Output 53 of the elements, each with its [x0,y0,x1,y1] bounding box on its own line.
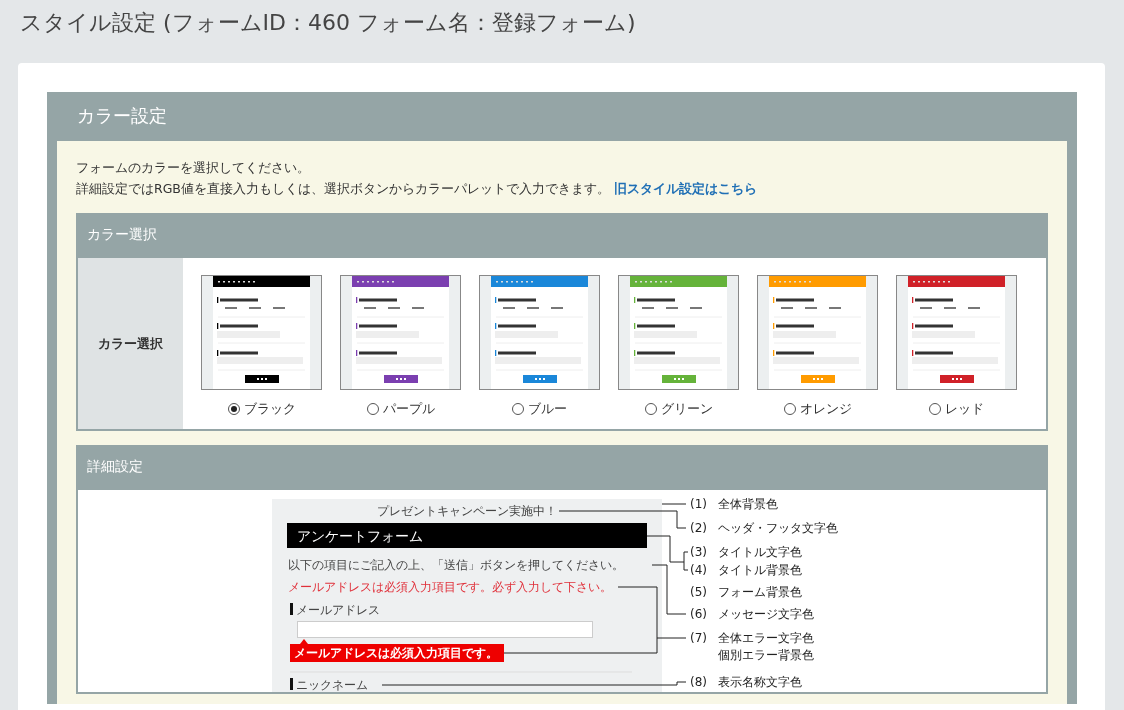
field-label: メールアドレス [296,603,380,617]
form-thumbnail[interactable] [757,275,878,390]
option-label[interactable]: ブラック [243,398,296,419]
legend-number: (4) [690,563,707,577]
error-text: メールアドレスは必須入力項目です。必ず入力して下さい。 [288,580,612,594]
option-label[interactable]: オレンジ [799,398,852,419]
option-label[interactable]: ブルー [528,398,567,419]
message-text: 以下の項目にご記入の上、「送信」ボタンを押してください。 [288,558,624,572]
option-label[interactable]: レッド [945,398,984,419]
legend-number: (7) [690,631,707,645]
radio-button[interactable] [366,402,379,415]
radio-button[interactable] [929,402,941,415]
radio-button[interactable] [783,402,796,415]
legend-number: (2) [690,521,707,535]
section-title: カラー設定 [76,104,168,128]
legend-number: (8) [690,675,707,689]
field-label: ニックネーム [296,678,368,692]
header-text: プレゼントキャンペーン実施中！ [377,504,557,518]
legend-label: ヘッダ・フッタ文字色 [718,521,838,535]
legend-number: (1) [690,497,707,511]
leader-line [661,503,687,505]
legend-label: 全体エラー文字色 [718,631,814,645]
error-tooltip: メールアドレスは必須入力項目です。 [290,639,504,662]
legend-number: (6) [690,607,707,621]
legend-label: タイトル文字色 [718,545,802,559]
legend-label: フォーム背景色 [718,585,802,599]
legend-label: 個別エラー背景色 [718,648,814,662]
page-title: スタイル設定 (フォームID：460 フォーム名：登録フォーム) [19,9,637,37]
row-label: カラー選択 [98,335,163,353]
option-label[interactable]: パープル [382,398,435,419]
legend-label: 表示名称文字色 [718,675,802,689]
legend-label: 全体背景色 [718,497,778,511]
intro-text: フォームのカラーを選択してください。 [76,159,311,177]
old-style-link[interactable]: 旧スタイル設定はこちら [613,181,757,196]
form-thumbnail[interactable] [896,275,1017,390]
label-bar-icon [290,678,293,690]
intro-text: 詳細設定ではRGB値を直接入力もしくは、選択ボタンからカラーパレットで入力できます。 [76,181,610,196]
form-thumbnail[interactable] [618,275,739,390]
radio-button[interactable] [644,402,657,415]
radio-button[interactable] [227,402,240,415]
option-label[interactable]: グリーン [660,398,713,419]
label-bar-icon [290,603,293,615]
form-thumbnail[interactable] [201,275,322,390]
radio-button[interactable] [512,402,524,415]
form-title: アンケートフォーム [297,528,423,544]
legend-number: (5) [690,585,707,599]
legend-label: メッセージ文字色 [718,607,814,621]
legend-number: (3) [690,545,707,559]
form-thumbnail[interactable] [479,275,600,390]
legend-label: タイトル背景色 [718,563,802,577]
form-thumbnail[interactable] [340,275,461,390]
panel-title: カラー選択 [78,215,1046,258]
panel-title: 詳細設定 [78,447,1046,490]
